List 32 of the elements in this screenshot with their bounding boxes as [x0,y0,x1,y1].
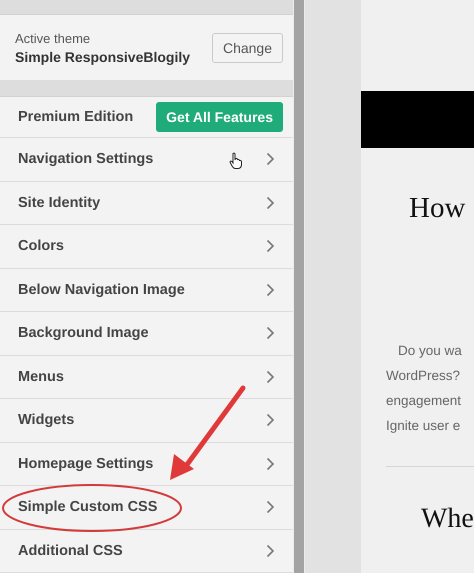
chevron-right-icon [266,413,275,428]
chevron-right-icon [266,326,275,340]
scrollbar[interactable] [293,0,305,573]
post-title: How [409,192,466,225]
menu-item[interactable]: Menus [0,356,293,399]
menu-item[interactable]: Widgets [0,399,293,442]
paragraph-line: Do you wa [398,342,463,360]
menu-item[interactable]: Homepage Settings [0,442,293,486]
menu-item[interactable]: Below Navigation Image [0,268,293,312]
menu-item[interactable]: Navigation Settings [0,138,293,182]
chevron-right-icon [266,152,275,166]
theme-caption: Active theme [15,30,92,46]
paragraph-line: engagement [386,392,462,410]
change-button[interactable]: Change [212,32,283,62]
chevron-right-icon [266,500,275,514]
paragraph-line: WordPress? [386,367,462,385]
chevron-right-icon [266,456,275,471]
chevron-right-icon [266,282,275,297]
menu-item[interactable]: Site Identity [0,182,293,225]
premium-label: Premium Edition [18,109,134,125]
menu-item[interactable]: Simple Custom CSS [0,486,293,530]
menu-item[interactable]: Colors [0,225,293,268]
chevron-right-icon [266,196,275,210]
chevron-right-icon [266,239,275,254]
paragraph-line: Ignite user e [386,417,462,435]
hand-cursor-icon [229,152,243,170]
menu-item[interactable]: Additional CSS [0,530,293,573]
theme-name: Simple ResponsiveBlogily [15,48,190,64]
menu-item[interactable]: Background Image [0,312,293,356]
chevron-right-icon [266,370,275,384]
section-heading: Whe [421,503,474,535]
chevron-right-icon [266,544,275,558]
